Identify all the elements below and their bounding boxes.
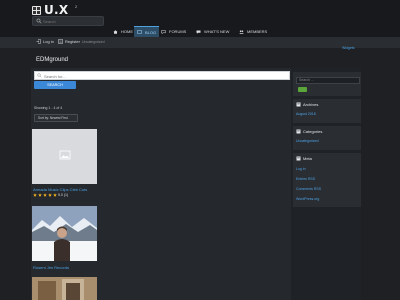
search-button[interactable]: SEARCH (34, 81, 76, 89)
login-icon (36, 39, 41, 44)
listing-title[interactable]: Armada Music Clips Cleb Cuts (33, 187, 87, 192)
meta-link-login[interactable]: Log in (296, 167, 306, 171)
comment-icon (196, 30, 201, 34)
nav-members[interactable]: MEMBERS (236, 26, 270, 37)
archive-icon (296, 102, 301, 107)
meta-link-entries-rss[interactable]: Entries RSS (296, 177, 315, 181)
blog-icon (137, 30, 142, 34)
person-in-snow-photo (32, 206, 97, 261)
home-icon (113, 29, 118, 34)
listing-photo[interactable] (32, 277, 97, 300)
nav-label-home: HOME (121, 29, 133, 34)
members-icon (239, 29, 244, 34)
archives-title: Archives (303, 102, 319, 107)
categories-header: Categories (296, 129, 322, 134)
star-icon (43, 193, 47, 197)
search-icon (37, 73, 42, 78)
results-count: Showing 1 - 4 of 4 (34, 106, 63, 110)
nav-home[interactable]: HOME (110, 26, 136, 37)
meta-link-wordpress[interactable]: WordPress.org (296, 197, 319, 201)
nav-label-members: MEMBERS (247, 29, 268, 34)
directory-main: SEARCH Showing 1 - 4 of 4 Sort by: Newes… (31, 68, 291, 300)
site-logo-superscript: 2 (75, 4, 78, 9)
partial-listing-photo (32, 277, 97, 300)
meta-title: Meta (303, 156, 312, 161)
image-placeholder-icon (59, 150, 71, 160)
sidebar-search-widget: Search ... (293, 72, 361, 96)
nav-forums[interactable]: FORUMS (158, 26, 189, 37)
folder-icon (296, 129, 301, 134)
forums-icon (161, 29, 166, 34)
logo-icon[interactable] (32, 6, 41, 15)
site-logo-text[interactable]: U.X (44, 3, 68, 17)
search-icon (36, 18, 42, 24)
login-link[interactable]: Log in (36, 39, 54, 44)
star-icon (38, 193, 42, 197)
header-search[interactable] (32, 16, 104, 26)
meta-link-comments-rss[interactable]: Comments RSS (296, 187, 321, 191)
archives-header: Archives (296, 102, 318, 107)
archive-link[interactable]: August 2018 (296, 112, 316, 116)
star-icon (33, 193, 37, 197)
listing-image-placeholder[interactable] (32, 129, 97, 184)
star-icon (53, 193, 57, 197)
login-label: Log in (43, 39, 54, 44)
user-bar: Log in Register Uncategorized Widgets (0, 37, 400, 50)
meta-widget: Meta Log in Entries RSS Comments RSS Wor… (293, 153, 361, 207)
star-icon (48, 193, 52, 197)
sidebar-search-input[interactable]: Search ... (296, 77, 360, 84)
nav-label-forums: FORUMS (169, 29, 187, 34)
nav-whats-new[interactable]: WHAT'S NEW (193, 26, 232, 37)
nav-label-whats-new: WHAT'S NEW (204, 29, 230, 34)
page-title: EDMground (36, 57, 69, 63)
register-link[interactable]: Register (58, 39, 80, 44)
meta-header: Meta (296, 156, 312, 161)
sort-select[interactable]: Sort by: Newest First (34, 114, 78, 122)
nav-label-blog: BLOG (145, 29, 157, 35)
archives-widget: Archives August 2018 (293, 99, 361, 123)
listing-photo[interactable] (32, 206, 97, 261)
listing-rating: 5.0 (1) (33, 193, 68, 197)
rating-text: 5.0 (1) (58, 193, 69, 197)
sidebar-search-button[interactable] (298, 87, 307, 92)
listing-title[interactable]: Rosent Jim Records (33, 265, 69, 270)
widgets-link[interactable]: Widgets (342, 46, 355, 50)
register-label: Register (65, 39, 80, 44)
header-search-input[interactable] (43, 18, 101, 25)
directory-search[interactable] (34, 71, 290, 80)
nav-blog[interactable]: BLOG (134, 26, 160, 37)
register-icon (58, 39, 63, 44)
breadcrumb[interactable]: Uncategorized (82, 40, 105, 44)
categories-widget: Categories Uncategorized (293, 126, 361, 150)
site-header: U.X 2 HOME BLOG FORUMS WHAT'S NEW MEMBER… (0, 0, 400, 37)
categories-title: Categories (303, 129, 323, 134)
category-link[interactable]: Uncategorized (296, 139, 319, 143)
directory-search-input[interactable] (44, 73, 284, 79)
meta-icon (296, 156, 301, 161)
sidebar: Search ... Archives August 2018 Categori… (291, 68, 361, 300)
